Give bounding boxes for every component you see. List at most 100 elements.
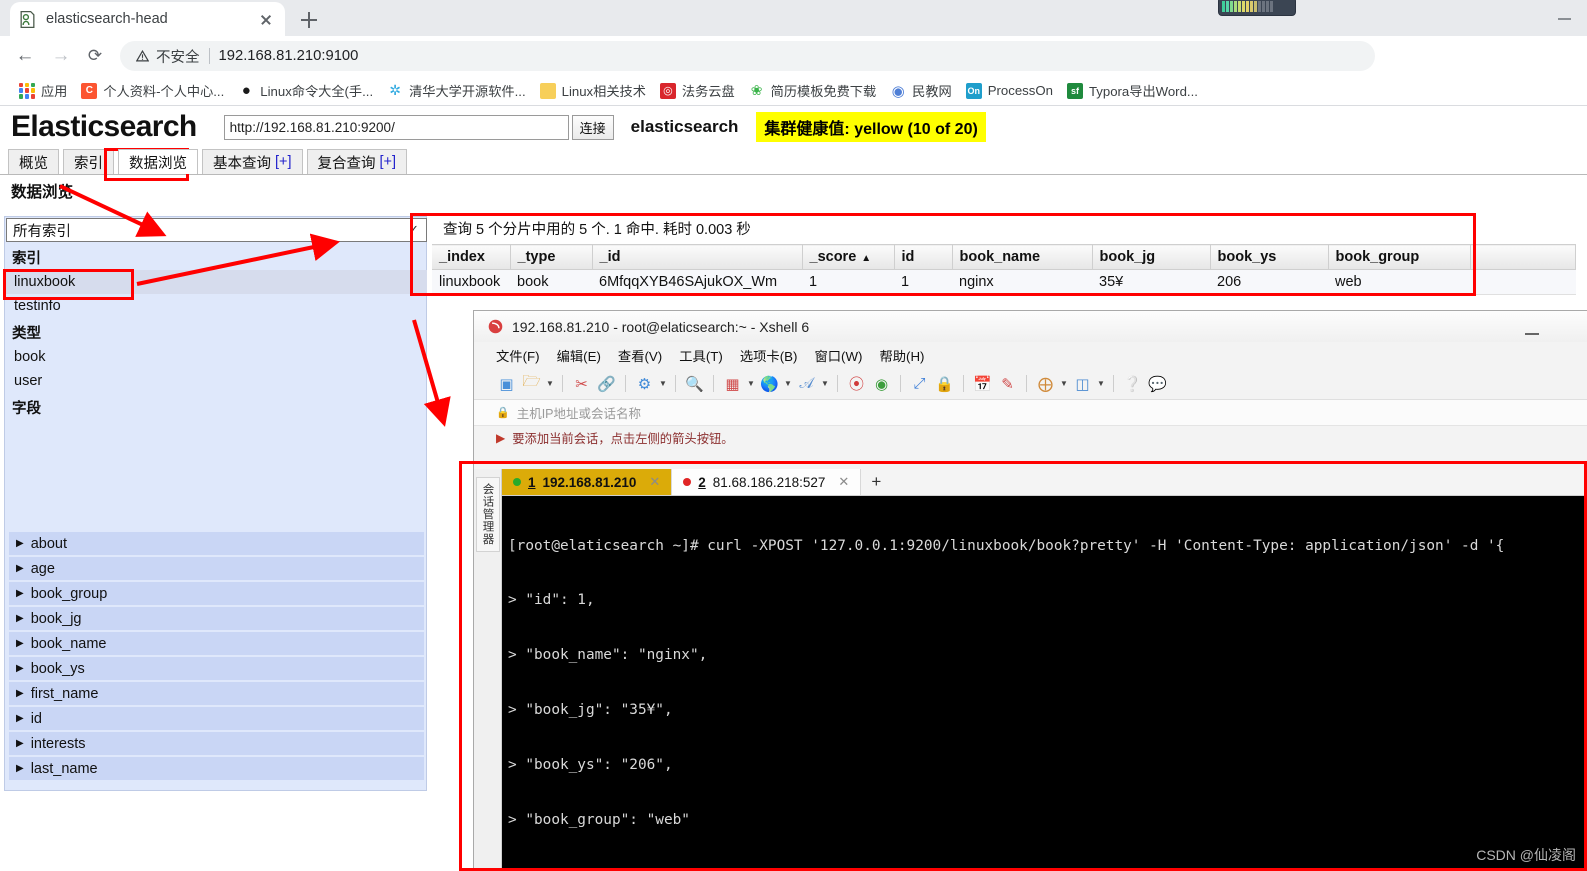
connect-link-icon[interactable]: 🔗 (596, 373, 617, 394)
new-session-icon[interactable]: ▣ (496, 373, 517, 394)
col-header-book-group[interactable]: book_group (1328, 244, 1471, 270)
col-header-index[interactable]: _index (432, 244, 511, 270)
record-icon[interactable]: ◉ (871, 373, 892, 394)
split-view-icon[interactable]: ◫ (1072, 373, 1093, 394)
menu-window[interactable]: 窗口(W) (814, 346, 862, 365)
index-select[interactable]: 所有索引 ✓ (6, 218, 427, 242)
new-tab-button[interactable] (296, 7, 322, 33)
bookmark-item-csdn[interactable]: C 个人资料-个人中心... (74, 78, 231, 104)
menu-edit[interactable]: 编辑(E) (557, 346, 601, 365)
field-item[interactable]: ▶ book_ys (9, 657, 424, 680)
reload-button[interactable]: ⟳ (84, 45, 106, 67)
col-header-score[interactable]: _score ▲ (802, 244, 895, 270)
field-item[interactable]: ▶ id (9, 707, 424, 730)
fullscreen-icon[interactable]: ⤢ (909, 373, 930, 394)
field-item[interactable]: ▶ interests (9, 732, 424, 755)
expand-arrow-icon: ▶ (16, 638, 24, 649)
bookmark-item-processon[interactable]: On ProcessOn (959, 78, 1060, 104)
session-tab-1[interactable]: 1 192.168.81.210 ✕ (502, 469, 673, 495)
bookmark-item-apps[interactable]: 应用 (12, 78, 74, 104)
dropdown-caret-icon[interactable]: ▼ (784, 373, 792, 394)
bookmark-folder-linux[interactable]: Linux相关技术 (533, 78, 653, 104)
session-manager-tab[interactable]: 会话管理器 (474, 469, 502, 871)
session-tab-2[interactable]: 2 81.68.186.218:527 ✕ (672, 469, 862, 495)
find-icon[interactable]: 🔍 (684, 373, 705, 394)
col-header-book-jg[interactable]: book_jg (1092, 244, 1211, 270)
connect-button[interactable]: 连接 (571, 114, 614, 140)
menu-tabs[interactable]: 选项卡(B) (740, 346, 798, 365)
table-row[interactable]: linuxbook book 6MfqqXYB46SAjukOX_Wm 1 1 … (432, 269, 1576, 295)
field-item[interactable]: ▶ book_name (9, 632, 424, 655)
field-item[interactable]: ▶ book_group (9, 582, 424, 605)
dropdown-caret-icon[interactable]: ▼ (747, 373, 755, 394)
index-section-heading: 索引 (12, 251, 41, 267)
close-icon[interactable]: ✕ (838, 474, 849, 490)
bookmark-item-linux-commands[interactable]: ● Linux命令大全(手... (231, 78, 380, 104)
field-item[interactable]: ▶ first_name (9, 682, 424, 705)
col-header-id[interactable]: _id (592, 244, 803, 270)
menu-file[interactable]: 文件(F) (496, 346, 540, 365)
dropdown-caret-icon[interactable]: ▼ (1097, 373, 1105, 394)
chat-icon[interactable]: 💬 (1147, 373, 1168, 394)
open-folder-icon[interactable]: 🗁 (521, 373, 542, 394)
help-icon[interactable]: ❔ (1122, 373, 1143, 394)
bookmark-item-cloud-disk[interactable]: ◎ 法务云盘 (653, 78, 742, 104)
log-icon[interactable]: ⦿ (846, 373, 867, 394)
menu-tools[interactable]: 工具(T) (679, 346, 723, 365)
tab-compound-query[interactable]: 复合查询 [+] (306, 149, 408, 174)
xshell-address-placeholder: 主机IP地址或会话名称 (516, 407, 642, 421)
dropdown-caret-icon[interactable]: ▼ (546, 373, 554, 394)
xshell-address-bar[interactable]: 🔒 主机IP地址或会话名称 (474, 400, 1587, 426)
xshell-minimize-button[interactable] (1525, 333, 1539, 335)
dropdown-caret-icon[interactable]: ▼ (821, 373, 829, 394)
close-icon[interactable] (255, 8, 277, 30)
dropdown-caret-icon[interactable]: ▼ (659, 373, 667, 394)
disconnect-icon[interactable]: ✂ (571, 373, 592, 394)
field-item[interactable]: ▶ age (9, 557, 424, 580)
cell-index: linuxbook (432, 269, 510, 295)
menu-view[interactable]: 查看(V) (618, 346, 662, 365)
field-item[interactable]: ▶ last_name (9, 757, 424, 780)
field-item[interactable]: ▶ book_jg (9, 607, 424, 630)
type-item-user[interactable]: user (6, 369, 427, 393)
terminal-output[interactable]: [root@elaticsearch ~]# curl -XPOST '127.… (502, 496, 1587, 871)
lock-icon[interactable]: 🔒 (934, 373, 955, 394)
col-header-type[interactable]: _type (510, 244, 593, 270)
close-icon[interactable]: ✕ (649, 474, 660, 490)
tab-basic-query[interactable]: 基本查询 [+] (202, 149, 303, 174)
col-header-book-name[interactable]: book_name (952, 244, 1093, 270)
col-header-blank[interactable] (1470, 244, 1576, 270)
session-settings-icon[interactable]: ⚙ (634, 373, 655, 394)
add-layout-icon[interactable]: ⨁ (1035, 373, 1056, 394)
bookmark-item-minjiaowang[interactable]: ◉ 民教网 (883, 78, 959, 104)
index-item-linuxbook[interactable]: linuxbook (6, 270, 427, 294)
bookmark-item-typora[interactable]: sf Typora导出Word... (1060, 78, 1205, 104)
back-button[interactable]: ← (14, 45, 36, 67)
download-chip[interactable] (1218, 0, 1296, 16)
highlight-pen-icon[interactable]: ✎ (997, 373, 1018, 394)
type-section-heading: 类型 (12, 326, 41, 342)
globe-icon[interactable]: 🌎 (759, 373, 780, 394)
type-item-book[interactable]: book (6, 345, 427, 369)
col-header-book-ys[interactable]: book_ys (1210, 244, 1329, 270)
menu-help[interactable]: 帮助(H) (879, 346, 924, 365)
address-bar[interactable]: 不安全 192.168.81.210:9100 (120, 41, 1375, 71)
bookmark-item-tuna[interactable]: ✲ 清华大学开源软件... (380, 78, 533, 104)
index-item-testinfo[interactable]: testinfo (6, 294, 427, 318)
field-item[interactable]: ▶ about (9, 532, 424, 555)
dropdown-caret-icon[interactable]: ▼ (1060, 373, 1068, 394)
window-minimize-button[interactable] (1558, 18, 1571, 20)
tab-data-browse[interactable]: 数据浏览 (118, 149, 198, 174)
font-icon[interactable]: 𝒜 (796, 373, 817, 394)
cell-id: 6MfqqXYB46SAjukOX_Wm (592, 269, 802, 295)
forward-button[interactable]: → (50, 45, 72, 67)
calendar-icon[interactable]: 📅 (972, 373, 993, 394)
new-session-tab-button[interactable]: + (861, 469, 892, 495)
col-header-id-field[interactable]: id (894, 244, 953, 270)
es-cluster-url-input[interactable] (223, 114, 569, 140)
tab-indices[interactable]: 索引 (63, 149, 114, 174)
tab-overview[interactable]: 概览 (8, 149, 59, 174)
bookmark-item-resume[interactable]: ❀ 简历模板免费下载 (742, 78, 884, 104)
browser-tab[interactable]: elasticsearch-head (10, 2, 285, 36)
transfer-file-icon[interactable]: ▦ (722, 373, 743, 394)
